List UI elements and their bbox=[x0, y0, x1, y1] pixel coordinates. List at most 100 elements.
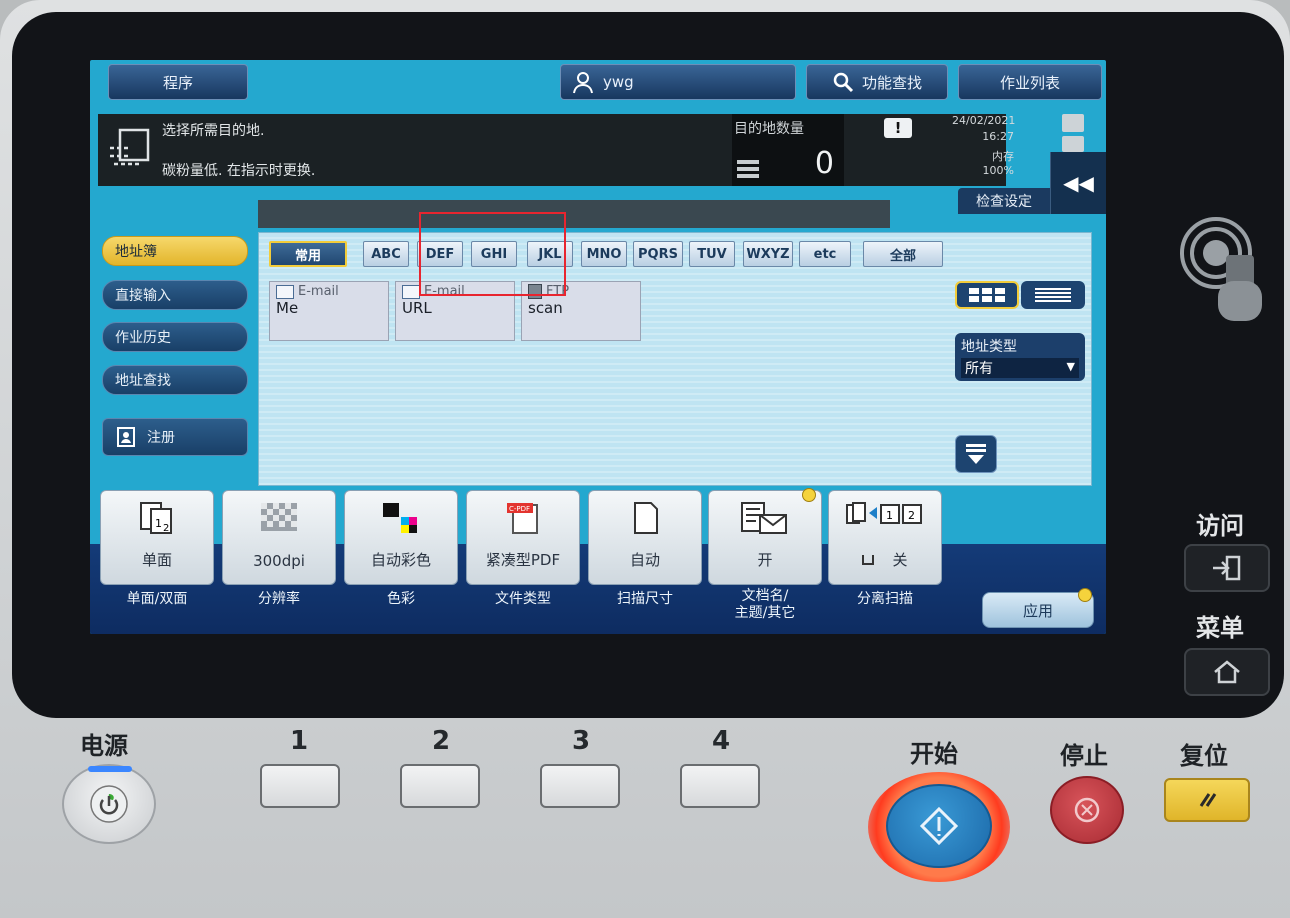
tab-favorites[interactable]: 常用 bbox=[269, 241, 347, 267]
job-list-label: 作业列表 bbox=[999, 73, 1060, 92]
scan-size-value: 自动 bbox=[629, 551, 660, 569]
reset-button[interactable] bbox=[1164, 778, 1250, 822]
separate-scan-button[interactable]: 12 关 bbox=[828, 490, 942, 585]
address-entry-me[interactable]: E-mail Me bbox=[269, 281, 389, 341]
key-3[interactable] bbox=[540, 764, 620, 808]
tab-tuv[interactable]: TUV bbox=[689, 241, 735, 267]
user-name: ywg bbox=[603, 73, 634, 91]
nfc-icon bbox=[1180, 217, 1262, 321]
svg-text:1: 1 bbox=[155, 517, 162, 530]
svg-text:2: 2 bbox=[908, 509, 915, 522]
toner-warning: 碳粉量低. 在指示时更换. bbox=[162, 163, 316, 179]
start-icon bbox=[919, 806, 959, 846]
search-icon bbox=[833, 72, 854, 93]
key-4[interactable] bbox=[680, 764, 760, 808]
menu-button[interactable] bbox=[1184, 648, 1270, 696]
power-button[interactable] bbox=[62, 764, 156, 844]
duplex-button[interactable]: 12 单面 bbox=[100, 490, 214, 585]
date-text: 24/02/2021 bbox=[952, 114, 1016, 127]
email-icon bbox=[402, 284, 420, 299]
tab-mno[interactable]: MNO bbox=[581, 241, 627, 267]
check-settings-button[interactable]: 检查设定 bbox=[958, 188, 1050, 214]
tab-job-history[interactable]: 作业历史 bbox=[102, 322, 248, 352]
svg-text:2: 2 bbox=[163, 523, 169, 534]
separate-scan-icon: 12 bbox=[846, 502, 922, 524]
email-icon bbox=[276, 284, 294, 299]
tab-abc[interactable]: ABC bbox=[363, 241, 409, 267]
function-search-button[interactable]: 功能查找 bbox=[806, 64, 948, 100]
document-name-value: 开 bbox=[757, 551, 773, 569]
apply-button[interactable]: 应用 bbox=[982, 592, 1094, 628]
list-view-button[interactable] bbox=[1021, 281, 1085, 309]
entry-type: E-mail bbox=[298, 284, 339, 299]
scroll-down-button[interactable] bbox=[955, 435, 997, 473]
register-button[interactable]: 注册 bbox=[102, 418, 248, 456]
svg-text:C-PDF: C-PDF bbox=[509, 505, 530, 513]
list-view-icon bbox=[1035, 288, 1071, 302]
job-history-label: 作业历史 bbox=[115, 330, 171, 346]
resolution-button[interactable]: 300dpi bbox=[222, 490, 336, 585]
tab-address-search[interactable]: 地址查找 bbox=[102, 365, 248, 395]
network-icon bbox=[1062, 114, 1084, 132]
nfc-reader bbox=[1178, 215, 1268, 325]
destination-count-box: 目的地数量 0 bbox=[732, 114, 844, 186]
stop-button[interactable] bbox=[1050, 776, 1124, 844]
address-type-label: 地址类型 bbox=[961, 339, 1017, 355]
access-label: 访问 bbox=[1196, 512, 1244, 540]
key-3-label: 3 bbox=[572, 726, 591, 756]
duplex-label: 单面/双面 bbox=[126, 591, 188, 607]
pdf-icon: C-PDF bbox=[507, 503, 538, 534]
tab-address-book[interactable]: 地址簿 bbox=[102, 236, 248, 266]
scan-size-button[interactable]: 自动 bbox=[588, 490, 702, 585]
access-button[interactable] bbox=[1184, 544, 1270, 592]
tab-wxyz[interactable]: WXYZ bbox=[743, 241, 793, 267]
file-type-label: 文件类型 bbox=[495, 591, 551, 607]
color-button[interactable]: 自动彩色 bbox=[344, 490, 458, 585]
start-button[interactable] bbox=[886, 784, 992, 868]
file-type-value: 紧凑型PDF bbox=[485, 551, 561, 569]
key-1-label: 1 bbox=[290, 726, 309, 756]
tab-direct-input[interactable]: 直接输入 bbox=[102, 280, 248, 310]
scan-size-label: 扫描尺寸 bbox=[617, 591, 673, 607]
resolution-icon bbox=[261, 503, 297, 531]
tab-all[interactable]: 全部 bbox=[863, 241, 943, 267]
resolution-label: 分辨率 bbox=[258, 591, 300, 607]
address-type-selected: 所有 bbox=[965, 361, 993, 377]
key-2[interactable] bbox=[400, 764, 480, 808]
warning-icon[interactable]: ! bbox=[884, 118, 912, 138]
home-icon bbox=[1214, 660, 1240, 684]
document-name-label: 文档名/ 主题/其它 bbox=[734, 588, 796, 621]
register-icon bbox=[117, 427, 135, 447]
touch-screen: 程序 ywg 功能查找 作业列表 选择所需目的地. 碳粉量低. 在指示时更换. … bbox=[90, 60, 1106, 634]
program-button[interactable]: 程序 bbox=[108, 64, 248, 100]
address-book-panel: 常用 ABC DEF GHI JKL MNO PQRS TUV WXYZ etc… bbox=[258, 232, 1092, 486]
file-type-button[interactable]: C-PDF 紧凑型PDF bbox=[466, 490, 580, 585]
power-label: 电源 bbox=[80, 732, 128, 760]
memory-label: 内存 bbox=[992, 150, 1014, 163]
user-button[interactable]: ywg bbox=[560, 64, 796, 100]
duplex-value: 单面 bbox=[141, 551, 172, 569]
check-settings-label: 检查设定 bbox=[976, 194, 1032, 210]
login-icon bbox=[1213, 555, 1241, 581]
apply-label: 应用 bbox=[1022, 601, 1053, 620]
tab-etc[interactable]: etc bbox=[799, 241, 851, 267]
job-list-button[interactable]: 作业列表 bbox=[958, 64, 1102, 100]
document-name-button[interactable]: 开 bbox=[708, 490, 822, 585]
collapse-button[interactable]: ◀◀ bbox=[1050, 152, 1106, 214]
entry-name: URL bbox=[402, 299, 432, 317]
storage-icon bbox=[1062, 136, 1084, 152]
memory-value: 100% bbox=[982, 164, 1014, 177]
tab-pqrs[interactable]: PQRS bbox=[633, 241, 683, 267]
grid-view-button[interactable] bbox=[955, 281, 1019, 309]
power-eco-icon bbox=[90, 785, 128, 823]
document-icon bbox=[634, 502, 658, 534]
resolution-value: 300dpi bbox=[253, 552, 305, 570]
address-type-dropdown[interactable]: 地址类型 所有 ▼ bbox=[955, 333, 1085, 381]
list-icon bbox=[737, 160, 759, 178]
status-strip: 选择所需目的地. 碳粉量低. 在指示时更换. bbox=[98, 114, 1006, 186]
instruction-message: 选择所需目的地. bbox=[162, 123, 265, 139]
selection-highlight bbox=[419, 212, 566, 296]
key-1[interactable] bbox=[260, 764, 340, 808]
entry-name: Me bbox=[276, 299, 299, 317]
stop-icon bbox=[1074, 797, 1100, 823]
